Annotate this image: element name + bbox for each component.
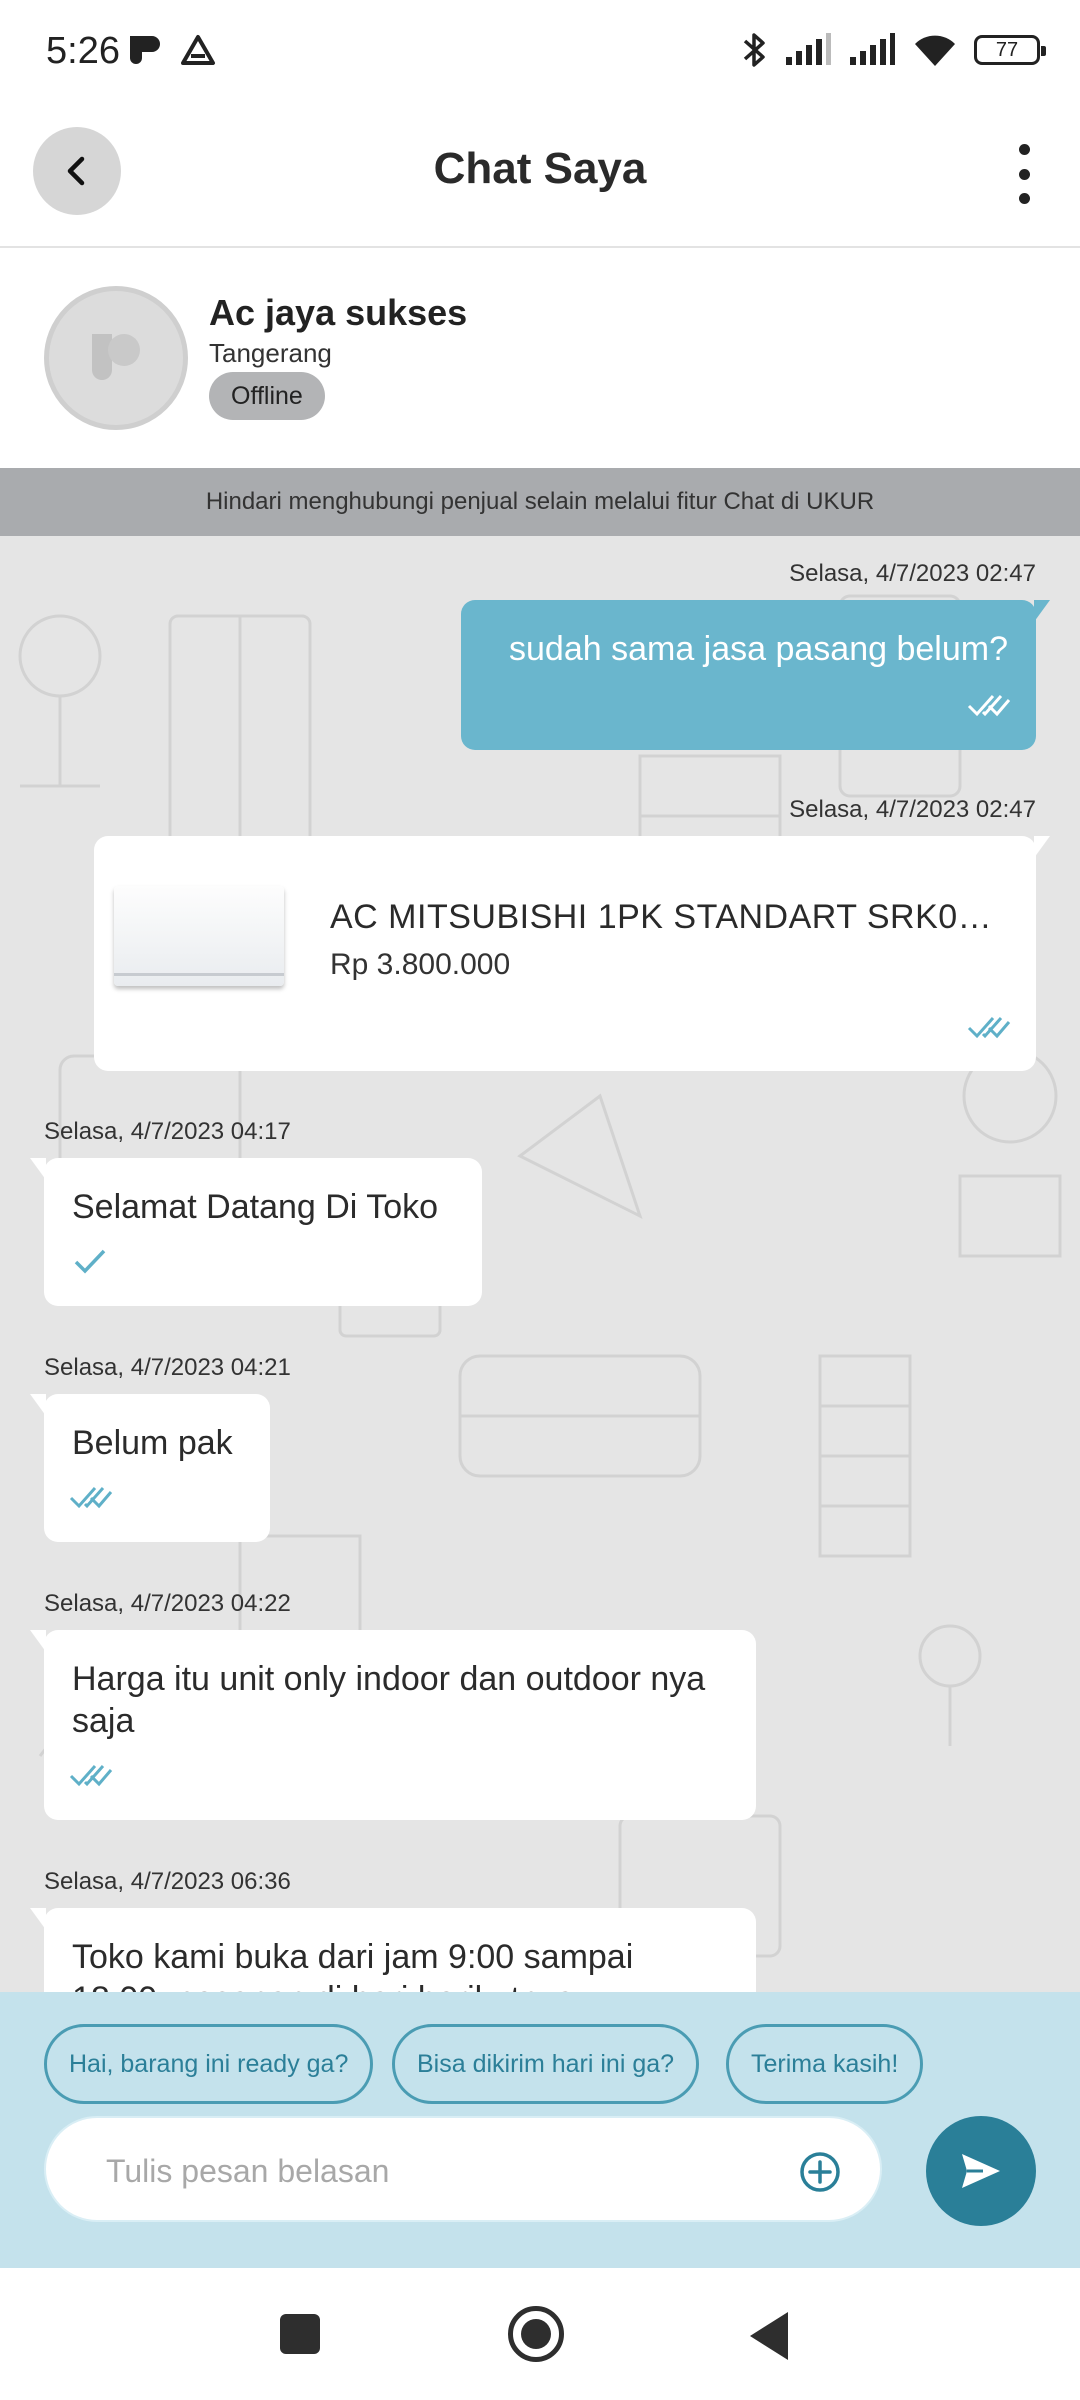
app-bar: Chat Saya [0,104,1080,248]
system-navigation-bar [0,2268,1080,2400]
message-input[interactable] [106,2146,786,2196]
status-notification-icons [126,32,216,68]
send-icon [962,2154,1000,2188]
seller-name: Ac jaya sukses [209,292,468,333]
message-text: sudah sama jasa pasang belum? [509,630,1008,668]
battery-icon: 77 [974,35,1046,65]
recents-button[interactable] [280,2314,320,2354]
status-time: 5:26 [46,30,120,72]
product-price: Rp 3.800.000 [330,948,511,981]
signal-icon-2 [850,33,895,65]
message-timestamp: Selasa, 4/7/2023 02:47 [789,560,1036,587]
bluetooth-icon [743,33,765,67]
more-options-button[interactable] [1004,144,1044,204]
quick-reply-chip[interactable]: Terima kasih! [726,2024,924,2104]
message-bubble-incoming[interactable]: Belum pak [30,1394,270,1542]
message-text: Harga itu unit only indoor dan outdoor n… [72,1660,706,1740]
single-check-icon [74,1249,106,1274]
page-title: Chat Saya [433,144,647,193]
seller-avatar[interactable] [44,286,188,430]
message-bubble-incoming[interactable]: Harga itu unit only indoor dan outdoor n… [30,1630,756,1820]
message-bubble-incoming[interactable]: Toko kami buka dari jam 9:00 sampai 18:0… [30,1908,756,1992]
double-check-icon [69,1765,113,1787]
product-image[interactable] [114,886,284,986]
message-timestamp: Selasa, 4/7/2023 04:22 [44,1590,291,1617]
home-button[interactable] [508,2306,564,2362]
system-back-button[interactable] [750,2312,788,2360]
more-vert-icon-dot [1018,193,1030,204]
seller-header[interactable]: Ac jaya sukses Tangerang Offline [0,248,1080,468]
more-vert-icon-dot [1018,144,1030,155]
message-composer: Hai, barang ini ready ga? Bisa dikirim h… [0,1992,1080,2268]
safety-notice: Hindari menghubungi penjual selain melal… [0,468,1080,536]
double-check-icon [967,695,1011,717]
message-bubble-outgoing[interactable]: sudah sama jasa pasang belum? [461,600,1050,750]
store-logo-icon [92,334,140,380]
double-check-icon [967,1017,1011,1039]
drive-notification-icon [181,35,215,65]
more-vert-icon-dot [1018,168,1030,180]
product-name: AC MITSUBISHI 1PK STANDART SRK09C... [330,898,1010,936]
app-notification-icon [130,36,160,64]
quick-reply-chip[interactable]: Bisa dikirim hari ini ga? [392,2024,700,2104]
seller-status-badge: Offline [209,372,325,420]
seller-location: Tangerang [209,338,332,368]
double-check-icon [69,1487,113,1509]
message-text: Selamat Datang Di Toko [72,1188,439,1226]
home-icon [521,2319,551,2349]
status-system-icons: 77 [742,30,1046,70]
message-bubble-incoming[interactable]: Selamat Datang Di Toko [30,1158,482,1306]
chat-messages[interactable]: Selasa, 4/7/2023 02:47 sudah sama jasa p… [0,536,1080,1992]
message-input-container[interactable] [44,2116,882,2222]
message-text: Toko kami buka dari jam 9:00 sampai 18:0… [72,1938,634,1992]
status-bar: 5:26 77 [0,0,1080,104]
wifi-icon [915,35,955,66]
signal-icon [786,33,831,65]
quick-reply-chip[interactable]: Hai, barang ini ready ga? [44,2024,374,2104]
message-timestamp: Selasa, 4/7/2023 04:21 [44,1354,291,1381]
battery-level: 77 [995,38,1019,61]
message-text: Belum pak [72,1424,233,1462]
message-timestamp: Selasa, 4/7/2023 06:36 [44,1868,291,1895]
message-timestamp: Selasa, 4/7/2023 02:47 [789,796,1036,823]
add-circle-icon[interactable] [798,2150,842,2194]
send-button[interactable] [926,2116,1036,2226]
message-timestamp: Selasa, 4/7/2023 04:17 [44,1118,291,1145]
product-card-message[interactable]: AC MITSUBISHI 1PK STANDART SRK09C... Rp … [94,836,1050,1071]
